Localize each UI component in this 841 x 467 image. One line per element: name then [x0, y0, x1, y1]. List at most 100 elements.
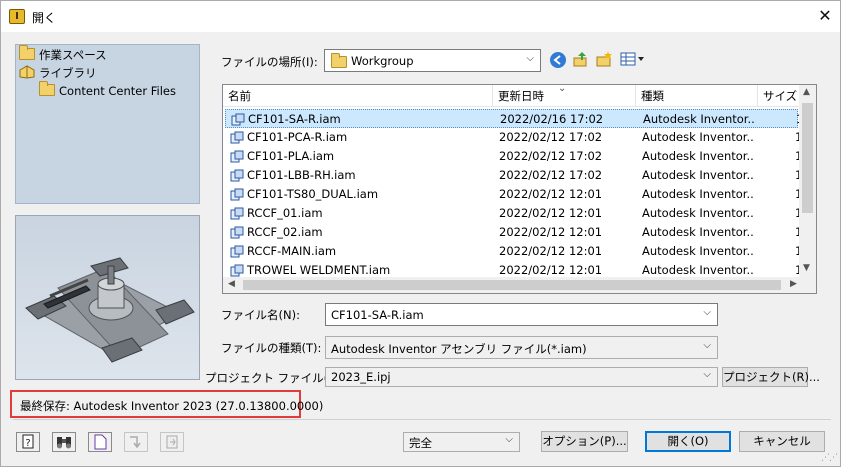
- assembly-file-icon: [230, 245, 244, 258]
- file-type: Autodesk Inventor...: [642, 187, 755, 201]
- close-icon[interactable]: ✕: [813, 5, 837, 27]
- place-library[interactable]: ライブラリ: [19, 64, 97, 82]
- scroll-left-icon[interactable]: ◀: [228, 279, 235, 289]
- file-type: Autodesk Inventor...: [642, 225, 755, 239]
- assembly-file-icon: [230, 264, 244, 277]
- file-row[interactable]: RCCF-MAIN.iam 2022/02/12 12:01 Autodesk In…: [225, 242, 802, 261]
- chevron-down-icon: ⌵: [505, 434, 513, 445]
- chevron-down-icon: ⌵: [703, 340, 711, 351]
- open-dialog: I 開く ✕ 作業スペース ライブラリ Content Center Files: [0, 0, 841, 467]
- file-row[interactable]: CF101-PLA.iam 2022/02/12 17:02 Autodesk In…: [225, 147, 802, 166]
- file-name: CF101-PLA.iam: [247, 149, 335, 163]
- file-name: CF101-TS80_DUAL.iam: [247, 187, 379, 201]
- vertical-scrollbar[interactable]: ▲ ▼: [799, 85, 816, 278]
- chevron-down-icon: ⌵: [526, 53, 534, 64]
- scroll-down-icon[interactable]: ▼: [803, 263, 810, 273]
- file-type: Autodesk Inventor...: [642, 244, 755, 258]
- file-row[interactable]: RCCF_01.iam 2022/02/12 12:01 Autodesk Inve…: [225, 204, 802, 223]
- file-name: CF101-SA-R.iam: [248, 112, 341, 126]
- filetype-select[interactable]: Autodesk Inventor アセンブリ ファイル(*.iam) ⌵: [325, 336, 718, 359]
- file-row[interactable]: CF101-LBB-RH.iam 2022/02/12 17:02 Autodesk…: [225, 166, 802, 185]
- scroll-up-icon[interactable]: ▲: [803, 87, 810, 97]
- sort-indicator-icon: ⌄: [558, 84, 567, 94]
- folder-icon: [39, 81, 55, 96]
- dialog-title: 開く: [32, 11, 57, 25]
- last-saved-info: 最終保存: Autodesk Inventor 2023 (27.0.13800…: [10, 390, 323, 418]
- file-row[interactable]: CF101-SA-R.iam 2022/02/16 17:02 Autodesk I…: [225, 109, 803, 128]
- project-label: プロジェクト ファイル(J):: [205, 371, 340, 385]
- folder-icon: [19, 45, 35, 60]
- file-date: 2022/02/12 12:01: [499, 187, 603, 201]
- open-mode-select[interactable]: 完全 ⌵: [403, 432, 520, 452]
- file-date: 2022/02/12 17:02: [499, 168, 603, 182]
- scroll-thumb[interactable]: [802, 103, 813, 213]
- file-date: 2022/02/12 12:01: [499, 206, 603, 220]
- file-type: Autodesk Inventor...: [642, 149, 755, 163]
- file-name: RCCF-MAIN.iam: [247, 244, 337, 258]
- back-icon[interactable]: [549, 51, 567, 69]
- assembly-file-icon: [230, 207, 244, 220]
- file-name: RCCF_01.iam: [247, 206, 323, 220]
- file-preview: [15, 215, 200, 380]
- scroll-right-icon[interactable]: ▶: [790, 279, 797, 289]
- filename-input[interactable]: CF101-SA-R.iam ⌵: [325, 303, 718, 326]
- file-row[interactable]: CF101-PCA-R.iam 2022/02/12 17:02 Autodesk …: [225, 128, 802, 147]
- assembly-file-icon: [230, 169, 244, 182]
- assembly-preview-image: [25, 257, 195, 363]
- file-type: Autodesk Inventor...: [642, 206, 755, 220]
- horizontal-scrollbar[interactable]: ◀ ▶: [223, 277, 816, 293]
- new-document-button[interactable]: [88, 432, 112, 452]
- place-content-center[interactable]: Content Center Files: [39, 81, 176, 100]
- file-name: RCCF_02.iam: [247, 225, 323, 239]
- open-button[interactable]: 開く(O): [645, 431, 731, 452]
- page-icon: [94, 434, 107, 450]
- project-select[interactable]: 2023_E.ipj ⌵: [325, 367, 718, 387]
- binoculars-icon: [57, 437, 71, 449]
- assembly-file-icon: [230, 188, 244, 201]
- folder-icon: [331, 53, 347, 68]
- assembly-file-icon: [231, 113, 245, 126]
- cancel-button[interactable]: キャンセル: [739, 431, 825, 452]
- svg-text:?: ?: [25, 438, 30, 449]
- file-date: 2022/02/12 12:01: [499, 244, 603, 258]
- file-type: Autodesk Inventor...: [642, 130, 755, 144]
- options-button[interactable]: オプション(P)...: [541, 431, 628, 452]
- file-row[interactable]: RCCF_02.iam 2022/02/12 12:01 Autodesk Inve…: [225, 223, 802, 242]
- location-label: ファイルの場所(I):: [221, 55, 318, 69]
- up-folder-icon[interactable]: [572, 50, 590, 68]
- chevron-down-icon: ⌵: [703, 369, 711, 380]
- chevron-down-icon[interactable]: ⌵: [703, 307, 711, 318]
- file-name: CF101-LBB-RH.iam: [247, 168, 356, 182]
- inventor-app-icon: I: [9, 9, 25, 24]
- filetype-label: ファイルの種類(T):: [221, 341, 322, 355]
- new-folder-icon[interactable]: [595, 50, 613, 68]
- file-type: Autodesk Inventor...: [642, 168, 755, 182]
- resize-grip-icon[interactable]: ⋰⋰: [821, 453, 838, 463]
- redirect-button[interactable]: [124, 432, 148, 452]
- column-header-type[interactable]: 種類: [636, 85, 758, 107]
- file-date: 2022/02/16 17:02: [500, 112, 604, 126]
- title-bar: I 開く ✕: [1, 1, 840, 32]
- help-button[interactable]: ?: [16, 432, 40, 452]
- export-icon: [166, 435, 178, 449]
- divider: [13, 419, 831, 420]
- library-icon: [19, 65, 35, 79]
- view-menu-icon[interactable]: [619, 50, 645, 68]
- file-date: 2022/02/12 17:02: [499, 130, 603, 144]
- help-icon: ?: [22, 434, 34, 449]
- find-button[interactable]: [52, 432, 76, 452]
- export-button[interactable]: [160, 432, 184, 452]
- file-type: Autodesk Inventor...: [643, 112, 756, 126]
- assembly-file-icon: [230, 226, 244, 239]
- file-name: CF101-PCA-R.iam: [247, 130, 348, 144]
- place-workspace[interactable]: 作業スペース: [19, 45, 107, 64]
- filename-label: ファイル名(N):: [221, 308, 300, 322]
- assembly-file-icon: [230, 150, 244, 163]
- file-row[interactable]: CF101-TS80_DUAL.iam 2022/02/12 12:01 Autod…: [225, 185, 802, 204]
- file-date: 2022/02/12 12:01: [499, 225, 603, 239]
- column-header-name[interactable]: 名前: [223, 85, 493, 107]
- file-list[interactable]: 名前 更新日時 ⌄ 種類 サイズ CF101-SA-R.iam 2022/02/1…: [222, 84, 817, 294]
- location-select[interactable]: Workgroup ⌵: [324, 49, 541, 72]
- scroll-thumb[interactable]: [243, 280, 781, 290]
- project-button[interactable]: プロジェクト(R)...: [722, 367, 820, 387]
